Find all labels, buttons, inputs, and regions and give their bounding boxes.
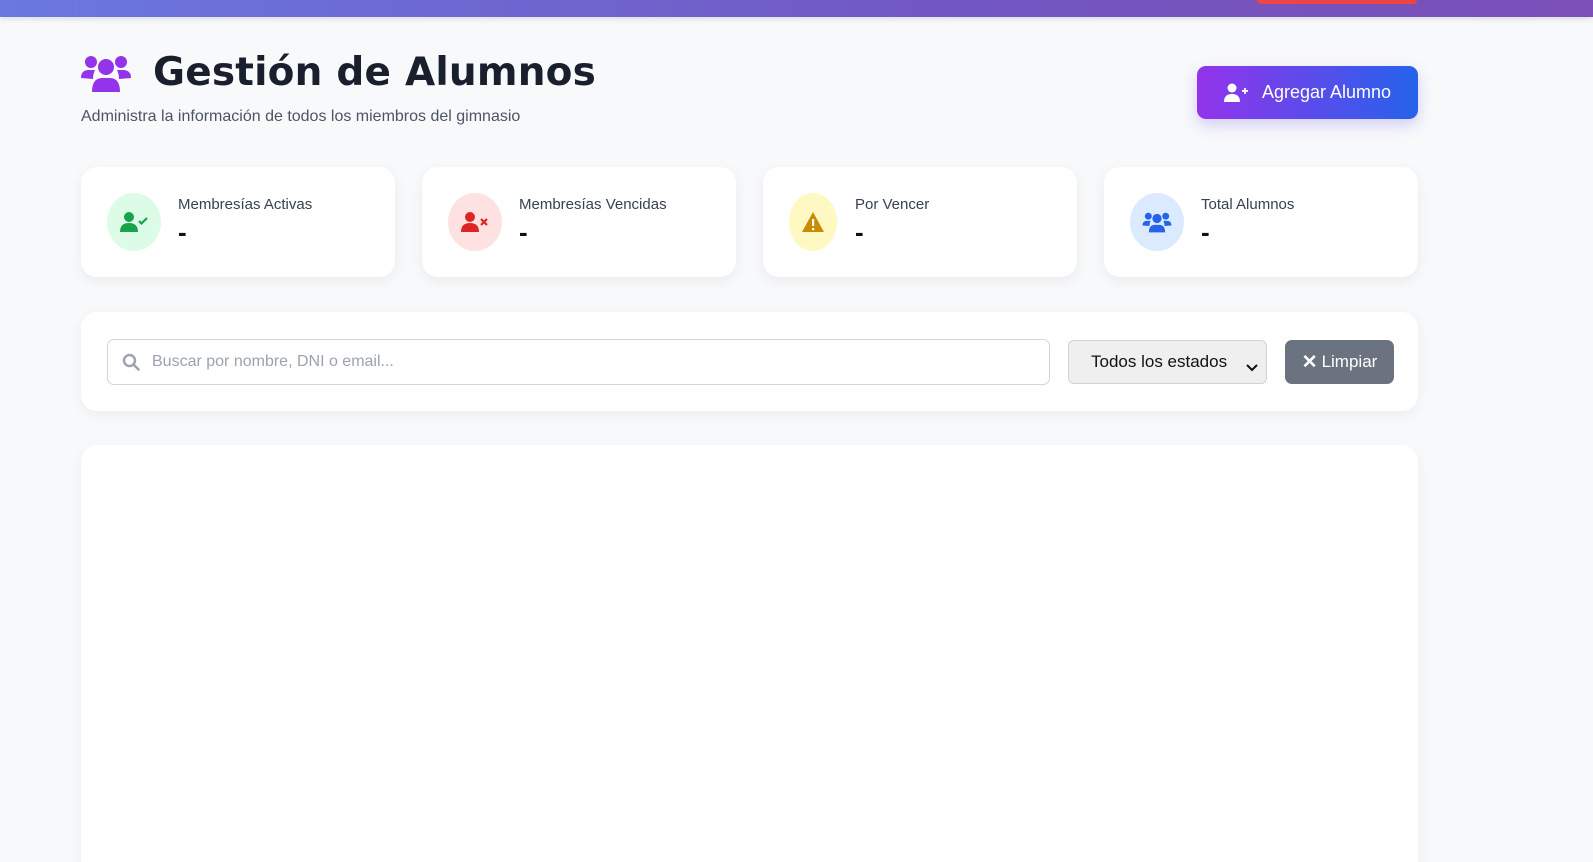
page-title: Gestión de Alumnos (153, 50, 597, 95)
stat-card-expiring: Por Vencer - (763, 167, 1077, 277)
stat-label: Membresías Activas (178, 196, 313, 213)
navbar-logout-button[interactable] (1257, 0, 1417, 4)
stat-label: Por Vencer (855, 196, 930, 213)
warning-icon (789, 193, 837, 251)
clear-filters-button[interactable]: ✕ Limpiar (1285, 340, 1394, 384)
stat-value: - (519, 217, 528, 247)
stat-value: - (178, 217, 187, 247)
clear-filters-label: Limpiar (1321, 352, 1378, 371)
user-x-icon (448, 193, 502, 251)
search-box (107, 339, 1050, 385)
users-icon (1130, 193, 1184, 251)
status-filter-value: Todos los estados (1091, 352, 1228, 371)
search-input[interactable] (152, 340, 1042, 384)
top-navbar (0, 0, 1593, 17)
chevron-down-icon (1246, 358, 1258, 378)
stat-value: - (855, 217, 864, 247)
stat-card-expired: Membresías Vencidas - (422, 167, 736, 277)
add-student-label: Agregar Alumno (1261, 82, 1392, 102)
page-header: Gestión de Alumnos Administra la informa… (81, 50, 596, 126)
user-plus-icon (1223, 83, 1248, 102)
close-icon: ✕ (1301, 351, 1318, 373)
stat-label: Total Alumnos (1201, 196, 1295, 213)
search-icon (122, 353, 140, 376)
user-check-icon (107, 193, 161, 251)
stat-value: - (1201, 217, 1210, 247)
users-icon (81, 52, 131, 94)
page-subtitle: Administra la información de todos los m… (81, 108, 521, 125)
status-filter-select[interactable]: Todos los estados (1068, 340, 1267, 384)
stat-label: Membresías Vencidas (519, 196, 667, 213)
stat-card-total: Total Alumnos - (1104, 167, 1418, 277)
add-student-button[interactable]: Agregar Alumno (1197, 66, 1418, 119)
stat-card-active: Membresías Activas - (81, 167, 395, 277)
students-table-container (81, 445, 1418, 862)
filter-panel: Todos los estados ✕ Limpiar (81, 312, 1418, 411)
